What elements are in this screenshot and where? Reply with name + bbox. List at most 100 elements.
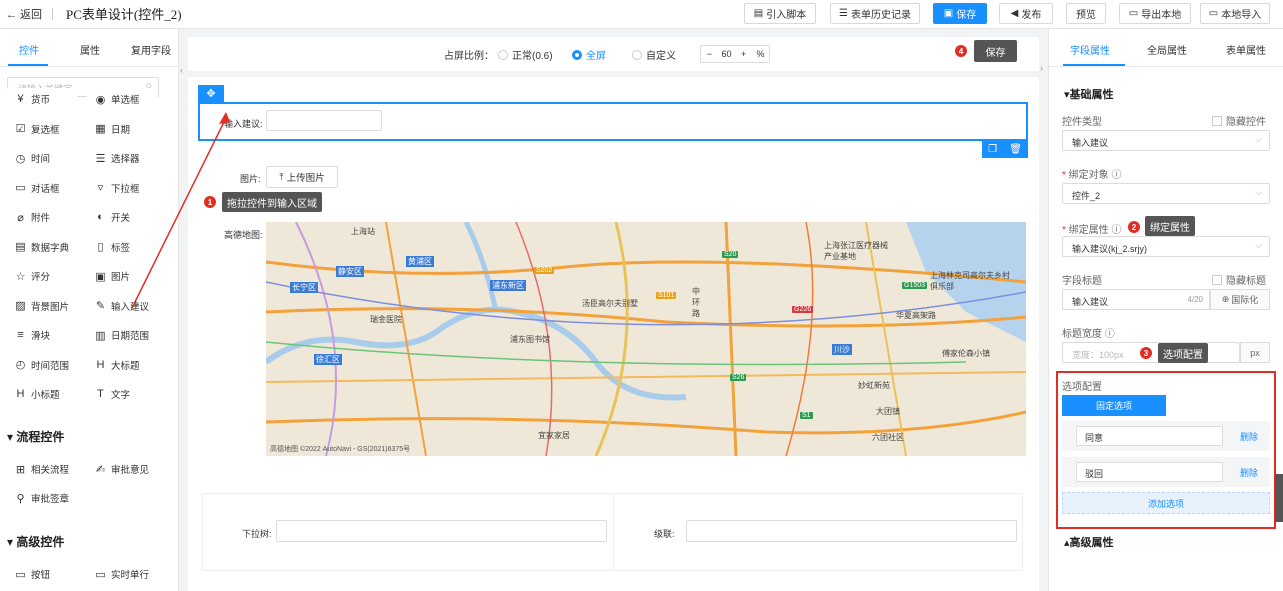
- preview-button[interactable]: 预览: [1066, 3, 1106, 24]
- control-selector[interactable]: ☰ 选择器: [87, 147, 157, 169]
- control-button[interactable]: ▭ 按钮: [7, 563, 77, 585]
- tab-reuse-fields[interactable]: 复用字段: [131, 42, 171, 57]
- control-opinion[interactable]: ✍ 审批意见: [87, 458, 157, 480]
- map-place: 中环路: [692, 287, 700, 318]
- control-dictionary[interactable]: ▤ 数据字典: [7, 235, 77, 258]
- add-option-button[interactable]: 添加选项: [1062, 492, 1270, 514]
- delete-option-link[interactable]: 删除: [1240, 430, 1258, 443]
- import-local-button[interactable]: ▭ 本地导入: [1200, 3, 1270, 24]
- control-label: 复选框: [31, 124, 60, 136]
- control-date-range[interactable]: ▥ 日期范围: [87, 324, 157, 346]
- collapse-right-icon[interactable]: ›: [1040, 63, 1043, 73]
- control-subheading[interactable]: H 小标题: [7, 383, 77, 405]
- selected-input-suggest[interactable]: 输入建议:: [198, 102, 1028, 141]
- field-title-value: 输入建议: [1072, 297, 1109, 307]
- flow-controls-heading[interactable]: ▾ 流程控件: [7, 428, 64, 445]
- copy-icon[interactable]: ❐: [988, 144, 997, 155]
- back-link[interactable]: ← 返回: [6, 6, 42, 22]
- hide-ctrl-checkbox[interactable]: 隐藏控件: [1212, 113, 1266, 128]
- control-stamp[interactable]: ⚲ 审批签章: [7, 487, 77, 509]
- i18n-button[interactable]: ⊕ 国际化: [1210, 289, 1270, 310]
- radio-icon: ◉: [95, 93, 106, 106]
- ratio-custom[interactable]: 自定义: [632, 47, 676, 62]
- history-button[interactable]: ☰ 表单历史记录: [830, 3, 920, 24]
- publish-button[interactable]: ◀ 发布: [999, 3, 1053, 24]
- pen-icon: ✎: [95, 300, 106, 312]
- control-tag[interactable]: ▯ 标签: [87, 235, 157, 258]
- upload-image-button[interactable]: ⤒ 上传图片: [266, 166, 338, 188]
- bind-object-select[interactable]: 控件_2 ⌵: [1062, 183, 1270, 204]
- tab-global-props[interactable]: 全局属性: [1147, 42, 1187, 57]
- plus-icon[interactable]: +: [735, 49, 752, 59]
- control-switch[interactable]: ◐ 开关: [87, 206, 157, 228]
- delete-icon[interactable]: 🗑: [1009, 144, 1022, 155]
- import-script-button[interactable]: ▤ 引入脚本: [744, 3, 816, 24]
- control-calendar[interactable]: ▦ 日期: [87, 117, 157, 140]
- control-label: 下拉框: [111, 183, 140, 195]
- zoom-value[interactable]: 60: [718, 49, 735, 59]
- control-dropdown[interactable]: ▿ 下拉框: [87, 176, 157, 199]
- option-row: 驳回 删除: [1062, 457, 1270, 487]
- tab-properties[interactable]: 属性: [80, 42, 100, 57]
- control-text[interactable]: T 文字: [87, 383, 157, 405]
- minus-icon[interactable]: −: [701, 49, 718, 59]
- control-checkbox[interactable]: ☑ 复选框: [7, 117, 77, 140]
- fixed-options-button[interactable]: 固定选项: [1062, 395, 1166, 416]
- map-place: 浦东新区: [490, 280, 526, 291]
- option-input[interactable]: 同意: [1076, 426, 1223, 446]
- map-place: 宜家家居: [538, 431, 570, 440]
- radio-icon: [632, 49, 642, 60]
- title-width-placeholder: 宽度：100px: [1072, 350, 1124, 360]
- control-label: 评分: [31, 272, 51, 283]
- control-radio[interactable]: ◉ 单选框: [87, 88, 157, 110]
- save-button[interactable]: ▣ 保存: [933, 3, 987, 24]
- cascade-field[interactable]: [686, 520, 1017, 542]
- control-currency[interactable]: ¥ 货币: [7, 88, 77, 110]
- export-local-button[interactable]: ▭ 导出本地: [1119, 3, 1191, 24]
- control-label: 附件: [31, 213, 51, 224]
- options-config-label: 选项配置: [1062, 382, 1102, 393]
- dropdown-tree-label: 下拉树:: [242, 529, 272, 539]
- delete-option-link[interactable]: 删除: [1240, 466, 1258, 479]
- basic-props-heading[interactable]: ▾基础属性: [1064, 86, 1114, 102]
- zoom-stepper[interactable]: −60 +%: [700, 45, 770, 63]
- ratio-normal[interactable]: 正常(0.6): [498, 47, 553, 62]
- control-attachment[interactable]: ⌀ 附件: [7, 206, 77, 228]
- calendar-icon: ▦: [95, 123, 106, 135]
- canvas-toolbar: [188, 37, 1039, 71]
- control-heading[interactable]: H 大标题: [87, 353, 157, 376]
- control-flow[interactable]: ⊞ 相关流程: [7, 458, 77, 480]
- control-star[interactable]: ☆ 评分: [7, 265, 77, 287]
- title-width-label: 标题宽度 ⓘ: [1062, 325, 1115, 340]
- control-dialog[interactable]: ▭ 对话框: [7, 176, 77, 199]
- map-widget[interactable]: 上海站 黄浦区 静安区 长宁区 瑞金医院 浦东新区 汤臣高尔夫别墅 上海张江医疗…: [266, 222, 1026, 456]
- hide-title-checkbox[interactable]: 隐藏标题: [1212, 272, 1266, 287]
- field-title-input[interactable]: 输入建议 4/20: [1062, 289, 1210, 310]
- map-place: 川沙: [832, 344, 852, 355]
- subheading-icon: H: [16, 388, 25, 400]
- bind-attr-select[interactable]: 输入建议(kj_2.srjy) ⌵: [1062, 236, 1270, 257]
- ctrl-type-select[interactable]: 输入建议 ⌵: [1062, 130, 1270, 151]
- tab-field-props[interactable]: 字段属性: [1070, 42, 1110, 57]
- tab-controls[interactable]: 控件: [19, 42, 39, 57]
- input-suggest-field[interactable]: [266, 110, 382, 131]
- control-slider[interactable]: ≡ 滑块: [7, 324, 77, 346]
- ratio-fullscreen[interactable]: 全屏: [572, 47, 606, 62]
- control-pen[interactable]: ✎ 输入建议: [87, 294, 157, 317]
- hide-title-label: 隐藏标题: [1226, 276, 1266, 287]
- tab-form-props[interactable]: 表单属性: [1226, 42, 1266, 57]
- move-icon[interactable]: ✥: [198, 85, 224, 102]
- title-width-text: 标题宽度: [1062, 329, 1102, 340]
- control-clock[interactable]: ◷ 时间: [7, 147, 77, 169]
- control-realtime[interactable]: ▭ 实时单行: [87, 563, 157, 585]
- collapse-left-icon[interactable]: ‹: [180, 65, 183, 75]
- flow-icon: ⊞: [15, 463, 26, 476]
- control-image[interactable]: ▣ 图片: [87, 265, 157, 287]
- control-time-range[interactable]: ◴ 时间范围: [7, 353, 77, 376]
- control-bg-image[interactable]: ▨ 背景图片: [7, 294, 77, 317]
- dropdown-tree-field[interactable]: [276, 520, 607, 542]
- scrollbar[interactable]: [1275, 474, 1283, 522]
- option-input[interactable]: 驳回: [1076, 462, 1223, 482]
- advanced-controls-heading[interactable]: ▾ 高级控件: [7, 533, 64, 550]
- advanced-props-heading[interactable]: ▴高级属性: [1064, 534, 1114, 550]
